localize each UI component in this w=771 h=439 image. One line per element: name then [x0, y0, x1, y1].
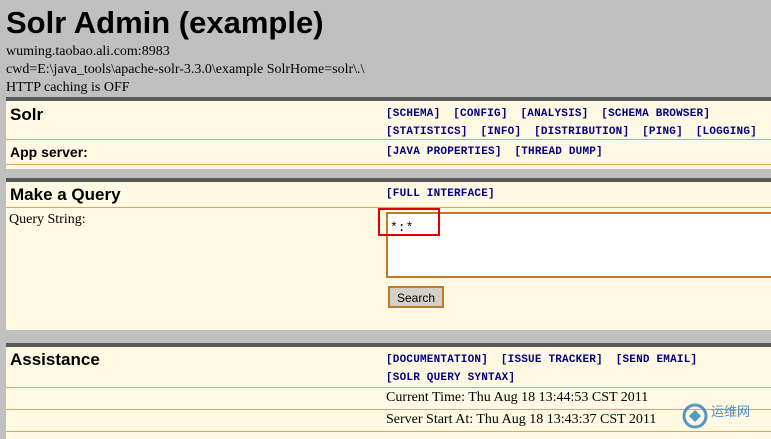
config-link[interactable]: [CONFIG]: [453, 108, 507, 120]
solr-heading: Solr: [10, 105, 44, 124]
documentation-link[interactable]: [DOCUMENTATION]: [386, 354, 488, 366]
cwd-info: cwd=E:\java_tools\apache-solr-3.3.0\exam…: [6, 62, 365, 77]
host-info: wuming.taobao.ali.com:8983: [6, 44, 170, 59]
solr-panel: Solr [SCHEMA] [CONFIG] [ANALYSIS] [SCHEM…: [6, 97, 771, 169]
schema-browser-link[interactable]: [SCHEMA BROWSER]: [601, 108, 710, 120]
current-time: Current Time: Thu Aug 18 13:44:53 CST 20…: [386, 390, 649, 405]
java-properties-link[interactable]: [JAVA PROPERTIES]: [386, 146, 502, 158]
distribution-link[interactable]: [DISTRIBUTION]: [534, 126, 629, 138]
info-link[interactable]: [INFO]: [480, 126, 521, 138]
current-time-row: Current Time: Thu Aug 18 13:44:53 CST 20…: [6, 388, 771, 410]
search-button[interactable]: Search: [388, 286, 444, 308]
query-links: [FULL INTERFACE]: [386, 185, 501, 203]
query-heading: Make a Query: [10, 185, 121, 204]
page-title: Solr Admin (example): [6, 5, 324, 40]
app-server-label: App server:: [10, 144, 88, 160]
app-server-links: [JAVA PROPERTIES] [THREAD DUMP]: [386, 143, 609, 161]
assistance-heading: Assistance: [10, 350, 100, 369]
assistance-links: [DOCUMENTATION] [ISSUE TRACKER] [SEND EM…: [386, 351, 703, 387]
app-server-row: App server: [JAVA PROPERTIES] [THREAD DU…: [6, 140, 771, 165]
server-start-row: Server Start At: Thu Aug 18 13:43:37 CST…: [6, 410, 771, 432]
server-start: Server Start At: Thu Aug 18 13:43:37 CST…: [386, 412, 657, 427]
ping-link[interactable]: [PING]: [642, 126, 683, 138]
assistance-row: Assistance [DOCUMENTATION] [ISSUE TRACKE…: [6, 347, 771, 388]
analysis-link[interactable]: [ANALYSIS]: [520, 108, 588, 120]
statistics-link[interactable]: [STATISTICS]: [386, 126, 468, 138]
logging-link[interactable]: [LOGGING]: [696, 126, 757, 138]
schema-link[interactable]: [SCHEMA]: [386, 108, 440, 120]
query-string-label: Query String:: [9, 212, 86, 227]
query-highlight-box: [378, 208, 440, 236]
issue-tracker-link[interactable]: [ISSUE TRACKER]: [501, 354, 603, 366]
query-header-row: Make a Query [FULL INTERFACE]: [6, 182, 771, 208]
assistance-panel: Assistance [DOCUMENTATION] [ISSUE TRACKE…: [6, 343, 771, 439]
send-email-link[interactable]: [SEND EMAIL]: [616, 354, 698, 366]
solr-links: [SCHEMA] [CONFIG] [ANALYSIS] [SCHEMA BRO…: [386, 105, 763, 141]
caching-info: HTTP caching is OFF: [6, 80, 130, 95]
watermark-logo-icon: 运维网: [682, 403, 750, 429]
full-interface-link[interactable]: [FULL INTERFACE]: [386, 188, 495, 200]
solr-query-syntax-link[interactable]: [SOLR QUERY SYNTAX]: [386, 372, 515, 384]
thread-dump-link[interactable]: [THREAD DUMP]: [514, 146, 602, 158]
watermark-text: 运维网: [711, 405, 750, 420]
query-panel: Make a Query [FULL INTERFACE] Query Stri…: [6, 178, 771, 330]
solr-row: Solr [SCHEMA] [CONFIG] [ANALYSIS] [SCHEM…: [6, 101, 771, 140]
query-string-input[interactable]: *:*: [386, 212, 771, 278]
